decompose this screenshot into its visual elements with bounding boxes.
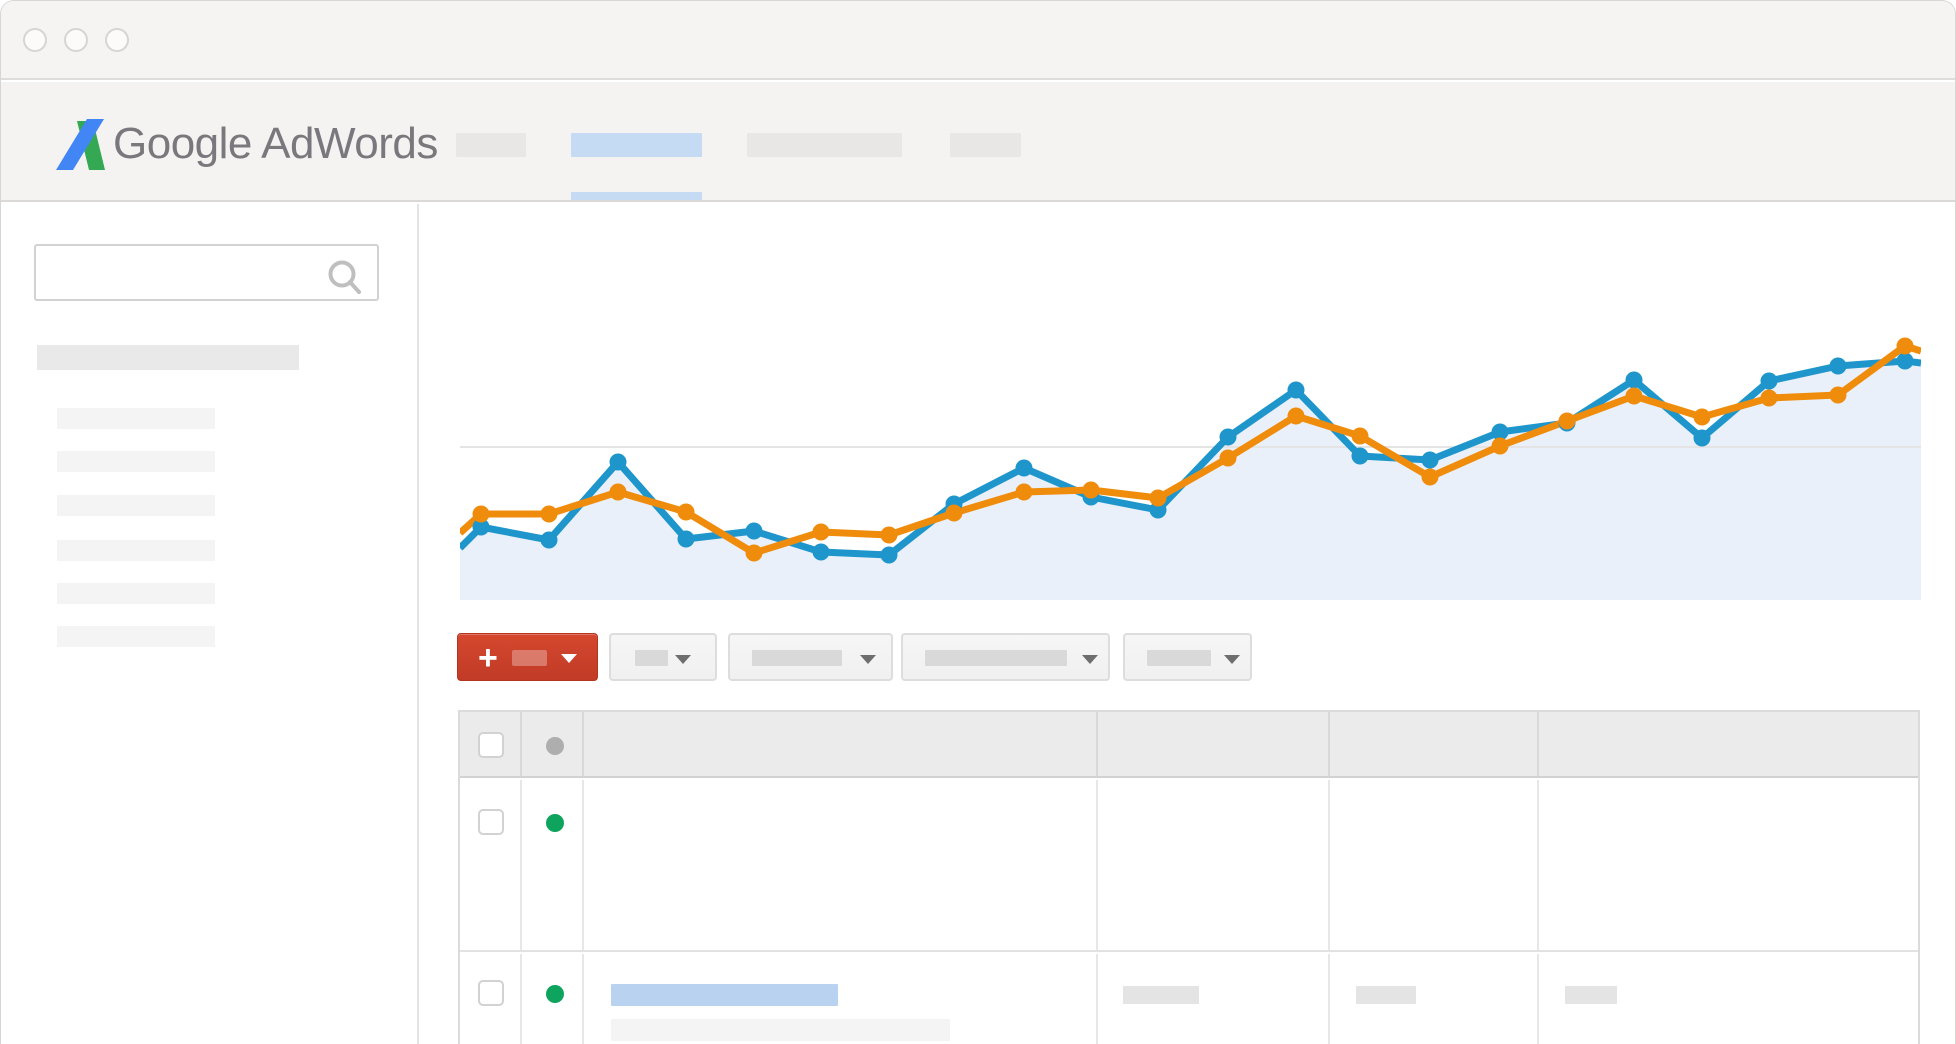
sidebar-section-heading [37, 345, 299, 370]
dropdown-label-placeholder [925, 650, 1067, 666]
cell-value-placeholder [1123, 986, 1199, 1004]
page-body: + [1, 204, 1955, 1044]
status-dot-enabled [546, 814, 564, 832]
nav-tab-2-active[interactable] [571, 133, 702, 157]
brand-title: Google AdWords [113, 118, 438, 170]
main-content: + [419, 204, 1955, 1044]
window-control-icon[interactable] [23, 28, 47, 52]
chevron-down-icon [1082, 655, 1098, 664]
search-icon [323, 255, 367, 299]
nav-tab-3[interactable] [747, 133, 902, 157]
sidebar-item-4[interactable] [57, 540, 215, 561]
adwords-logo-icon [52, 116, 106, 171]
table-header-column-2[interactable] [1098, 712, 1330, 776]
table-row [460, 954, 1918, 1044]
sidebar-item-2[interactable] [57, 451, 215, 472]
table-header-column-3[interactable] [1330, 712, 1539, 776]
add-button-label-placeholder [512, 650, 547, 666]
dropdown-label-placeholder [635, 650, 668, 666]
sidebar-item-5[interactable] [57, 583, 215, 604]
chevron-down-icon [1224, 655, 1240, 664]
status-dot-enabled [546, 985, 564, 1003]
filter-dropdown-1[interactable] [609, 633, 717, 681]
window-control-icon[interactable] [105, 28, 129, 52]
window-control-icon[interactable] [64, 28, 88, 52]
sidebar-item-3[interactable] [57, 495, 215, 516]
chevron-down-icon [561, 654, 577, 663]
filter-dropdown-4[interactable] [1123, 633, 1252, 681]
sidebar-item-1[interactable] [57, 408, 215, 429]
chevron-down-icon [860, 655, 876, 664]
select-all-checkbox[interactable] [478, 732, 504, 758]
performance-line-chart [460, 210, 1921, 600]
sidebar-item-6[interactable] [57, 626, 215, 647]
cell-value-placeholder [1356, 986, 1416, 1004]
app-window: Google AdWords [0, 0, 1956, 1044]
sidebar [1, 204, 419, 1044]
filter-dropdown-2[interactable] [728, 633, 893, 681]
filter-dropdown-3[interactable] [901, 633, 1110, 681]
search-input[interactable] [34, 244, 379, 301]
table-row [460, 780, 1918, 952]
cell-value-placeholder [1565, 986, 1617, 1004]
table-header-column-4[interactable] [1539, 712, 1918, 776]
campaign-link-placeholder[interactable] [611, 984, 838, 1006]
table-header-name-column[interactable] [584, 712, 1098, 776]
table-header-row [460, 712, 1918, 778]
dropdown-label-placeholder [752, 650, 842, 666]
row-checkbox[interactable] [478, 980, 504, 1006]
dropdown-label-placeholder [1147, 650, 1211, 666]
campaign-subtext-placeholder [611, 1019, 950, 1041]
active-tab-indicator [571, 192, 702, 200]
row-checkbox[interactable] [478, 809, 504, 835]
nav-tab-1[interactable] [456, 133, 526, 157]
nav-tab-4[interactable] [950, 133, 1021, 157]
chevron-down-icon [675, 655, 691, 664]
status-dot-header [546, 737, 564, 755]
app-header: Google AdWords [1, 82, 1955, 202]
campaigns-table [458, 710, 1920, 1044]
window-titlebar [1, 1, 1955, 80]
plus-icon: + [478, 638, 498, 678]
add-campaign-button[interactable]: + [457, 633, 598, 681]
